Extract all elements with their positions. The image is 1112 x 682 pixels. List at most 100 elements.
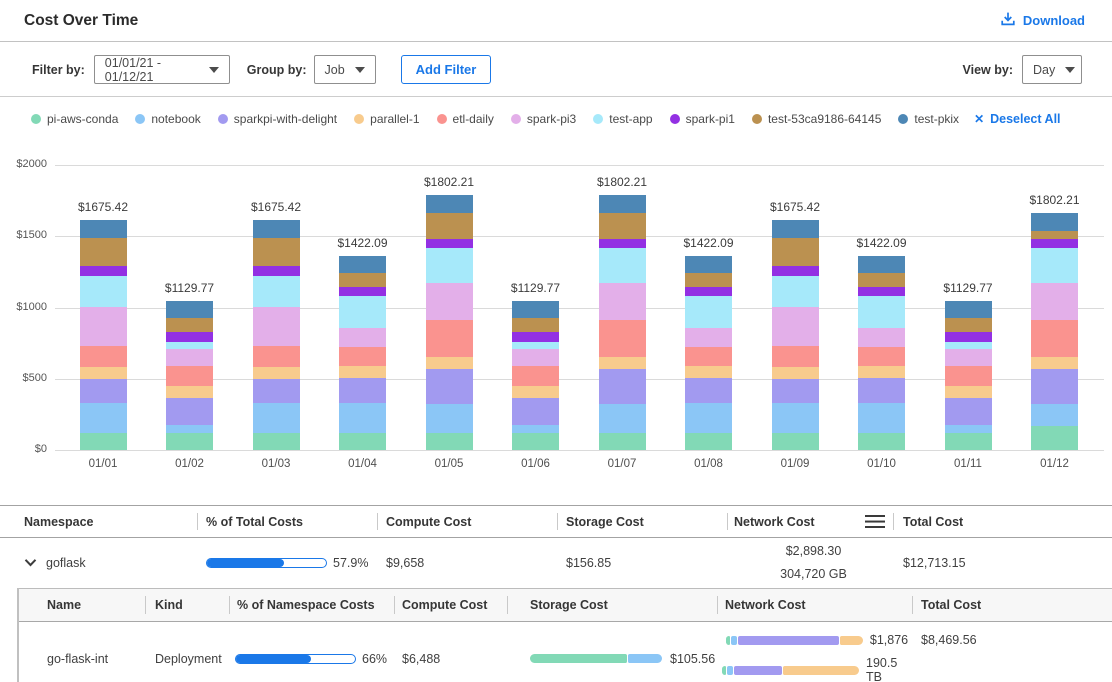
bar-segment-pi-aws-conda xyxy=(772,433,819,450)
bar-total-label: $1422.09 xyxy=(837,236,927,250)
legend-item-label: spark-pi3 xyxy=(527,112,576,126)
table-row-goflask[interactable]: goflask 57.9% $9,658 $156.85 $2,898.30 3… xyxy=(0,538,1112,588)
legend-item-pi-aws-conda[interactable]: pi-aws-conda xyxy=(31,112,118,126)
bar-stack-01/07[interactable] xyxy=(599,195,646,450)
kind-cell: Deployment xyxy=(145,633,229,682)
bar-segment-notebook xyxy=(512,425,559,433)
bar-total-label: $1802.21 xyxy=(577,175,667,189)
bar-segment-pi-aws-conda xyxy=(599,433,646,450)
bar-segment-test-app xyxy=(339,296,386,328)
header-total-cost: Total Cost xyxy=(893,506,1112,537)
group-by-select[interactable]: Job xyxy=(314,55,376,84)
bar-segment-etl-daily xyxy=(599,320,646,357)
subheader-name: Name xyxy=(19,589,145,621)
bar-segment-test-53ca9186-64145 xyxy=(253,238,300,266)
bar-segment-sparkpi-with-delight xyxy=(253,379,300,403)
bar-segment-etl-daily xyxy=(685,347,732,366)
bar-segment-parallel-1 xyxy=(858,366,905,378)
gridline xyxy=(55,165,1104,166)
add-filter-button[interactable]: Add Filter xyxy=(401,55,492,84)
x-axis-tick: 01/01 xyxy=(73,458,133,470)
legend-item-test-app[interactable]: test-app xyxy=(593,112,652,126)
bar-stack-01/12[interactable] xyxy=(1031,213,1078,450)
bar-segment-test-pkix xyxy=(858,256,905,273)
download-button[interactable]: Download xyxy=(1000,11,1085,30)
bar-stack-01/09[interactable] xyxy=(772,220,819,450)
network-usage-label: 190.5 TB xyxy=(866,656,912,682)
bar-segment-parallel-1 xyxy=(685,366,732,378)
bar-segment-spark-pi3 xyxy=(80,307,127,346)
bar-stack-01/04[interactable] xyxy=(339,256,386,450)
y-axis-tick: $1000 xyxy=(7,301,47,313)
bar-total-label: $1129.77 xyxy=(491,281,581,295)
bar-segment-spark-pi3 xyxy=(599,283,646,320)
legend-item-label: spark-pi1 xyxy=(686,112,735,126)
legend-item-etl-daily[interactable]: etl-daily xyxy=(437,112,494,126)
date-range-select[interactable]: 01/01/21 - 01/12/21 xyxy=(94,55,230,84)
chevron-down-icon[interactable] xyxy=(24,556,37,570)
y-axis-tick: $1500 xyxy=(7,229,47,241)
bar-stack-01/03[interactable] xyxy=(253,220,300,450)
caret-down-icon xyxy=(209,67,219,73)
bar-segment-notebook xyxy=(339,403,386,432)
bar-segment-test-53ca9186-64145 xyxy=(599,213,646,240)
network-usage-mini-bar xyxy=(722,666,859,675)
legend-item-test-pkix[interactable]: test-pkix xyxy=(898,112,959,126)
legend-dot xyxy=(31,114,41,124)
bar-segment-test-53ca9186-64145 xyxy=(80,238,127,266)
bar-segment-test-app xyxy=(166,342,213,349)
bar-segment-notebook xyxy=(166,425,213,433)
legend-dot xyxy=(670,114,680,124)
legend-item-label: notebook xyxy=(151,112,200,126)
bar-segment-spark-pi1 xyxy=(945,332,992,342)
legend-item-sparkpi-with-delight[interactable]: sparkpi-with-delight xyxy=(218,112,337,126)
legend-item-label: pi-aws-conda xyxy=(47,112,118,126)
download-icon xyxy=(1000,11,1016,30)
bar-segment-pi-aws-conda xyxy=(80,433,127,450)
bar-segment-test-pkix xyxy=(339,256,386,273)
bar-stack-01/10[interactable] xyxy=(858,256,905,450)
bar-segment-etl-daily xyxy=(80,346,127,367)
bar-stack-01/05[interactable] xyxy=(426,195,473,450)
bar-segment-test-pkix xyxy=(512,301,559,318)
network-cost-cell: $2,898.30 304,720 GB xyxy=(727,538,893,588)
bar-stack-01/06[interactable] xyxy=(512,301,559,450)
bar-segment-sparkpi-with-delight xyxy=(685,378,732,403)
bar-segment-spark-pi1 xyxy=(166,332,213,342)
legend-item-parallel-1[interactable]: parallel-1 xyxy=(354,112,419,126)
bar-stack-01/08[interactable] xyxy=(685,256,732,450)
column-settings-icon[interactable] xyxy=(865,515,885,528)
bar-segment-notebook xyxy=(858,403,905,432)
legend-item-label: test-app xyxy=(609,112,652,126)
bar-segment-sparkpi-with-delight xyxy=(599,369,646,404)
bar-segment-spark-pi3 xyxy=(1031,283,1078,320)
legend-item-spark-pi3[interactable]: spark-pi3 xyxy=(511,112,576,126)
bar-segment-test-53ca9186-64145 xyxy=(772,238,819,266)
bar-stack-01/01[interactable] xyxy=(80,220,127,450)
x-axis-tick: 01/07 xyxy=(592,458,652,470)
bar-segment-test-app xyxy=(945,342,992,349)
legend-dot xyxy=(593,114,603,124)
bar-stack-01/02[interactable] xyxy=(166,301,213,450)
bar-stack-01/11[interactable] xyxy=(945,301,992,450)
namespace-cell[interactable]: goflask xyxy=(0,538,197,588)
bar-segment-parallel-1 xyxy=(80,367,127,380)
bar-segment-sparkpi-with-delight xyxy=(80,379,127,403)
legend-item-spark-pi1[interactable]: spark-pi1 xyxy=(670,112,735,126)
bar-segment-sparkpi-with-delight xyxy=(426,369,473,404)
legend-item-label: test-pkix xyxy=(914,112,959,126)
bar-segment-test-53ca9186-64145 xyxy=(512,318,559,332)
bar-segment-parallel-1 xyxy=(166,386,213,398)
bar-segment-test-pkix xyxy=(426,195,473,213)
legend-item-notebook[interactable]: notebook xyxy=(135,112,200,126)
gridline xyxy=(55,450,1104,451)
header-pct-total-costs: % of Total Costs xyxy=(197,506,377,537)
total-cost-cell: $12,713.15 xyxy=(893,538,1112,588)
legend-item-test-53ca9186-64145[interactable]: test-53ca9186-64145 xyxy=(752,112,881,126)
deselect-all-button[interactable]: ✕ Deselect All xyxy=(974,112,1060,126)
bar-segment-test-app xyxy=(512,342,559,349)
pct-bar xyxy=(235,654,356,664)
bar-segment-notebook xyxy=(253,403,300,432)
view-by-select[interactable]: Day xyxy=(1022,55,1082,84)
table-row-go-flask-int[interactable]: go-flask-int Deployment 66% $6,488 $105.… xyxy=(19,622,1112,682)
